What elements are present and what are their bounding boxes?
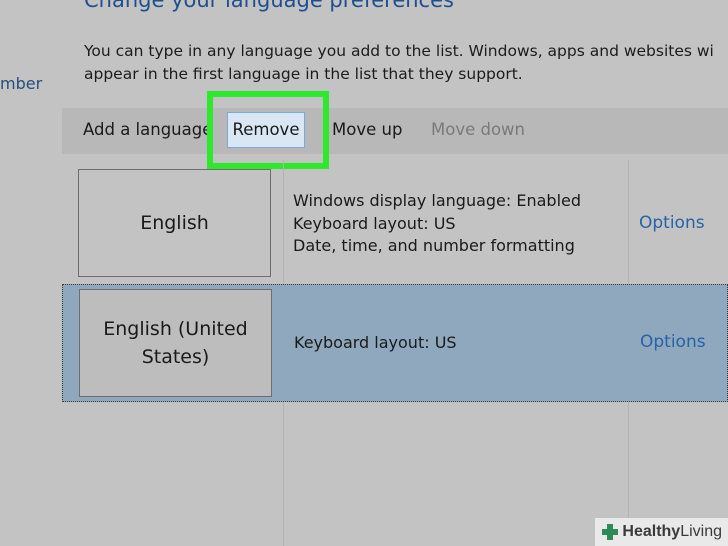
description-line-2: appear in the first language in the list… [84,65,523,83]
move-down-button: Move down [431,120,526,139]
description-line-1: You can type in any language you add to … [84,42,714,60]
description: You can type in any language you add to … [84,40,728,86]
detail-line: Keyboard layout: US [293,213,456,233]
options-link[interactable]: Options [640,332,706,352]
language-row-english-us[interactable]: English (United States) Keyboard layout:… [62,284,728,402]
detail-line: Windows display language: Enabled [293,191,582,210]
move-up-button[interactable]: Move up [332,120,402,139]
language-tile[interactable]: English [78,169,271,277]
language-details: Windows display language: Enabled Keyboa… [293,190,581,258]
add-language-button[interactable]: Add a language [83,120,212,139]
sidebar-fragment[interactable]: mber [0,74,42,93]
language-tile[interactable]: English (United States) [79,289,272,397]
watermark-brand-bold: Healthy [622,523,681,540]
options-link[interactable]: Options [639,213,705,233]
toolbar: Add a language Remove Move up Move down [62,108,728,154]
detail-line: Keyboard layout: US [294,333,457,352]
language-details: Keyboard layout: US [294,332,457,355]
detail-line: Date, time, and number formatting [293,236,575,255]
page-title: Change your language preferences [84,0,454,12]
watermark: Healthy Living [595,518,728,546]
language-row-english[interactable]: English Windows display language: Enable… [62,161,728,283]
watermark-brand-light: Living [680,523,722,540]
plus-icon [602,524,619,540]
highlight-box [207,91,329,169]
